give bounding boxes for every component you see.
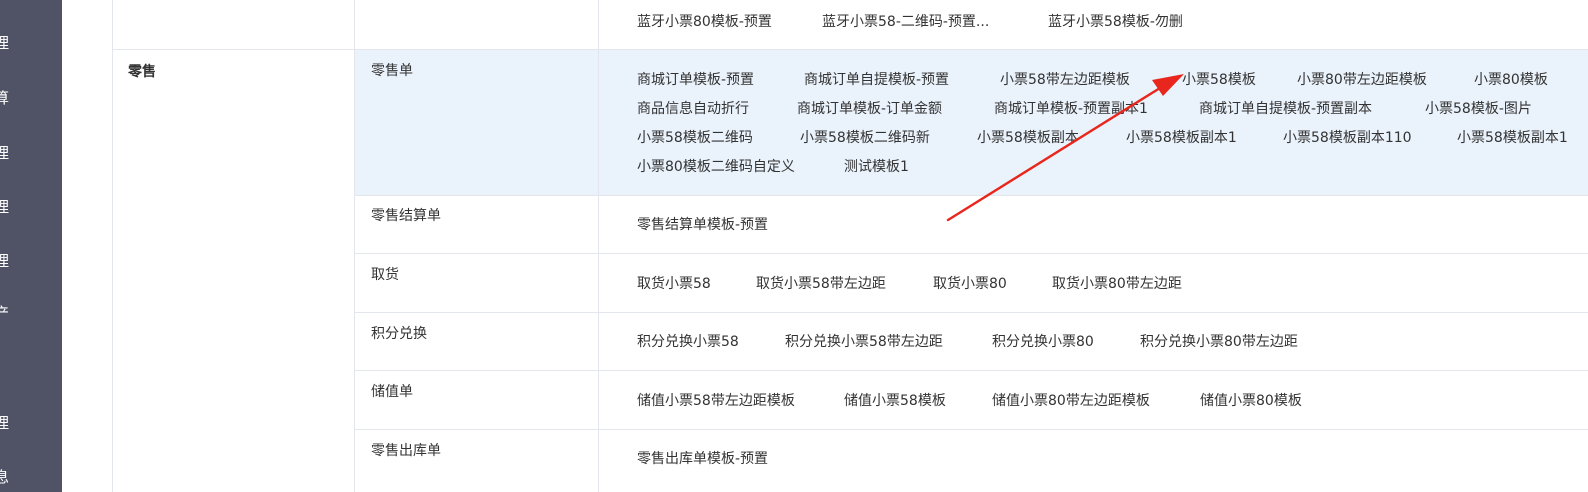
- template-link[interactable]: 取货小票80: [933, 274, 1007, 294]
- row-divider: [355, 370, 1588, 371]
- template-link[interactable]: 商城订单自提模板-预置: [804, 70, 949, 90]
- row-divider: [355, 429, 1588, 430]
- template-link[interactable]: 取货小票58: [637, 274, 711, 294]
- column-divider: [598, 0, 599, 492]
- template-link[interactable]: 取货小票58带左边距: [756, 274, 886, 294]
- template-link[interactable]: 小票80模板二维码自定义: [637, 157, 795, 177]
- template-link[interactable]: 储值小票58带左边距模板: [637, 391, 795, 411]
- template-link[interactable]: 商城订单模板-预置副本1: [994, 99, 1148, 119]
- template-link[interactable]: 蓝牙小票80模板-预置: [637, 12, 772, 32]
- template-link[interactable]: 商城订单自提模板-预置副本: [1199, 99, 1372, 119]
- template-link[interactable]: 零售结算单模板-预置: [637, 215, 768, 235]
- row-divider: [355, 195, 1588, 196]
- sidebar: 理 算 理 理 理 产 理 息: [0, 0, 62, 492]
- template-link[interactable]: 储值小票80带左边距模板: [992, 391, 1150, 411]
- template-link[interactable]: 取货小票80带左边距: [1052, 274, 1182, 294]
- row-label-retail-outbound: 零售出库单: [371, 443, 441, 459]
- row-label-pickup: 取货: [371, 267, 399, 283]
- template-link[interactable]: 积分兑换小票58: [637, 332, 739, 352]
- template-link[interactable]: 商品信息自动折行: [637, 99, 749, 119]
- row-divider: [113, 49, 1588, 50]
- template-link[interactable]: 小票58模板二维码: [637, 128, 753, 148]
- template-link[interactable]: 小票58模板: [1182, 70, 1256, 90]
- sidebar-item-7[interactable]: 理: [0, 414, 9, 432]
- sidebar-item-5[interactable]: 理: [0, 252, 9, 270]
- template-link[interactable]: 小票58带左边距模板: [1000, 70, 1130, 90]
- row-divider: [355, 312, 1588, 313]
- template-link[interactable]: 小票58模板副本: [977, 128, 1079, 148]
- row-label-retail-settlement: 零售结算单: [371, 208, 441, 224]
- row-divider: [355, 253, 1588, 254]
- template-link[interactable]: 蓝牙小票58模板-勿删: [1048, 12, 1183, 32]
- sidebar-item-6[interactable]: 产: [0, 304, 9, 322]
- template-link[interactable]: 积分兑换小票80带左边距: [1140, 332, 1298, 352]
- template-link[interactable]: 储值小票58模板: [844, 391, 946, 411]
- template-link[interactable]: 小票58模板副本1: [1457, 128, 1568, 148]
- row-label-points-exchange: 积分兑换: [371, 326, 427, 342]
- template-link[interactable]: 小票58模板二维码新: [800, 128, 930, 148]
- sidebar-item-8[interactable]: 息: [0, 468, 9, 486]
- row-label-stored-value: 储值单: [371, 384, 413, 400]
- template-link[interactable]: 测试模板1: [844, 157, 909, 177]
- column-divider: [354, 0, 355, 492]
- template-link[interactable]: 积分兑换小票58带左边距: [785, 332, 943, 352]
- template-link[interactable]: 商城订单模板-订单金额: [797, 99, 942, 119]
- template-link[interactable]: 储值小票80模板: [1200, 391, 1302, 411]
- category-label: 零售: [128, 64, 156, 80]
- template-link[interactable]: 小票58模板-图片: [1425, 99, 1532, 119]
- template-link[interactable]: 零售出库单模板-预置: [637, 449, 768, 469]
- template-link[interactable]: 小票58模板副本1: [1126, 128, 1237, 148]
- template-link[interactable]: 蓝牙小票58-二维码-预置...: [822, 12, 989, 32]
- row-label-retail-order: 零售单: [371, 63, 413, 79]
- template-link[interactable]: 小票80模板: [1474, 70, 1548, 90]
- sidebar-item-3[interactable]: 理: [0, 144, 9, 162]
- template-link[interactable]: 小票58模板副本110: [1283, 128, 1412, 148]
- sidebar-item-4[interactable]: 理: [0, 198, 9, 216]
- sidebar-item-1[interactable]: 理: [0, 34, 9, 52]
- sidebar-item-2[interactable]: 算: [0, 89, 9, 107]
- template-link[interactable]: 商城订单模板-预置: [637, 70, 754, 90]
- table-left-border: [112, 0, 113, 492]
- template-link[interactable]: 积分兑换小票80: [992, 332, 1094, 352]
- template-link[interactable]: 小票80带左边距模板: [1297, 70, 1427, 90]
